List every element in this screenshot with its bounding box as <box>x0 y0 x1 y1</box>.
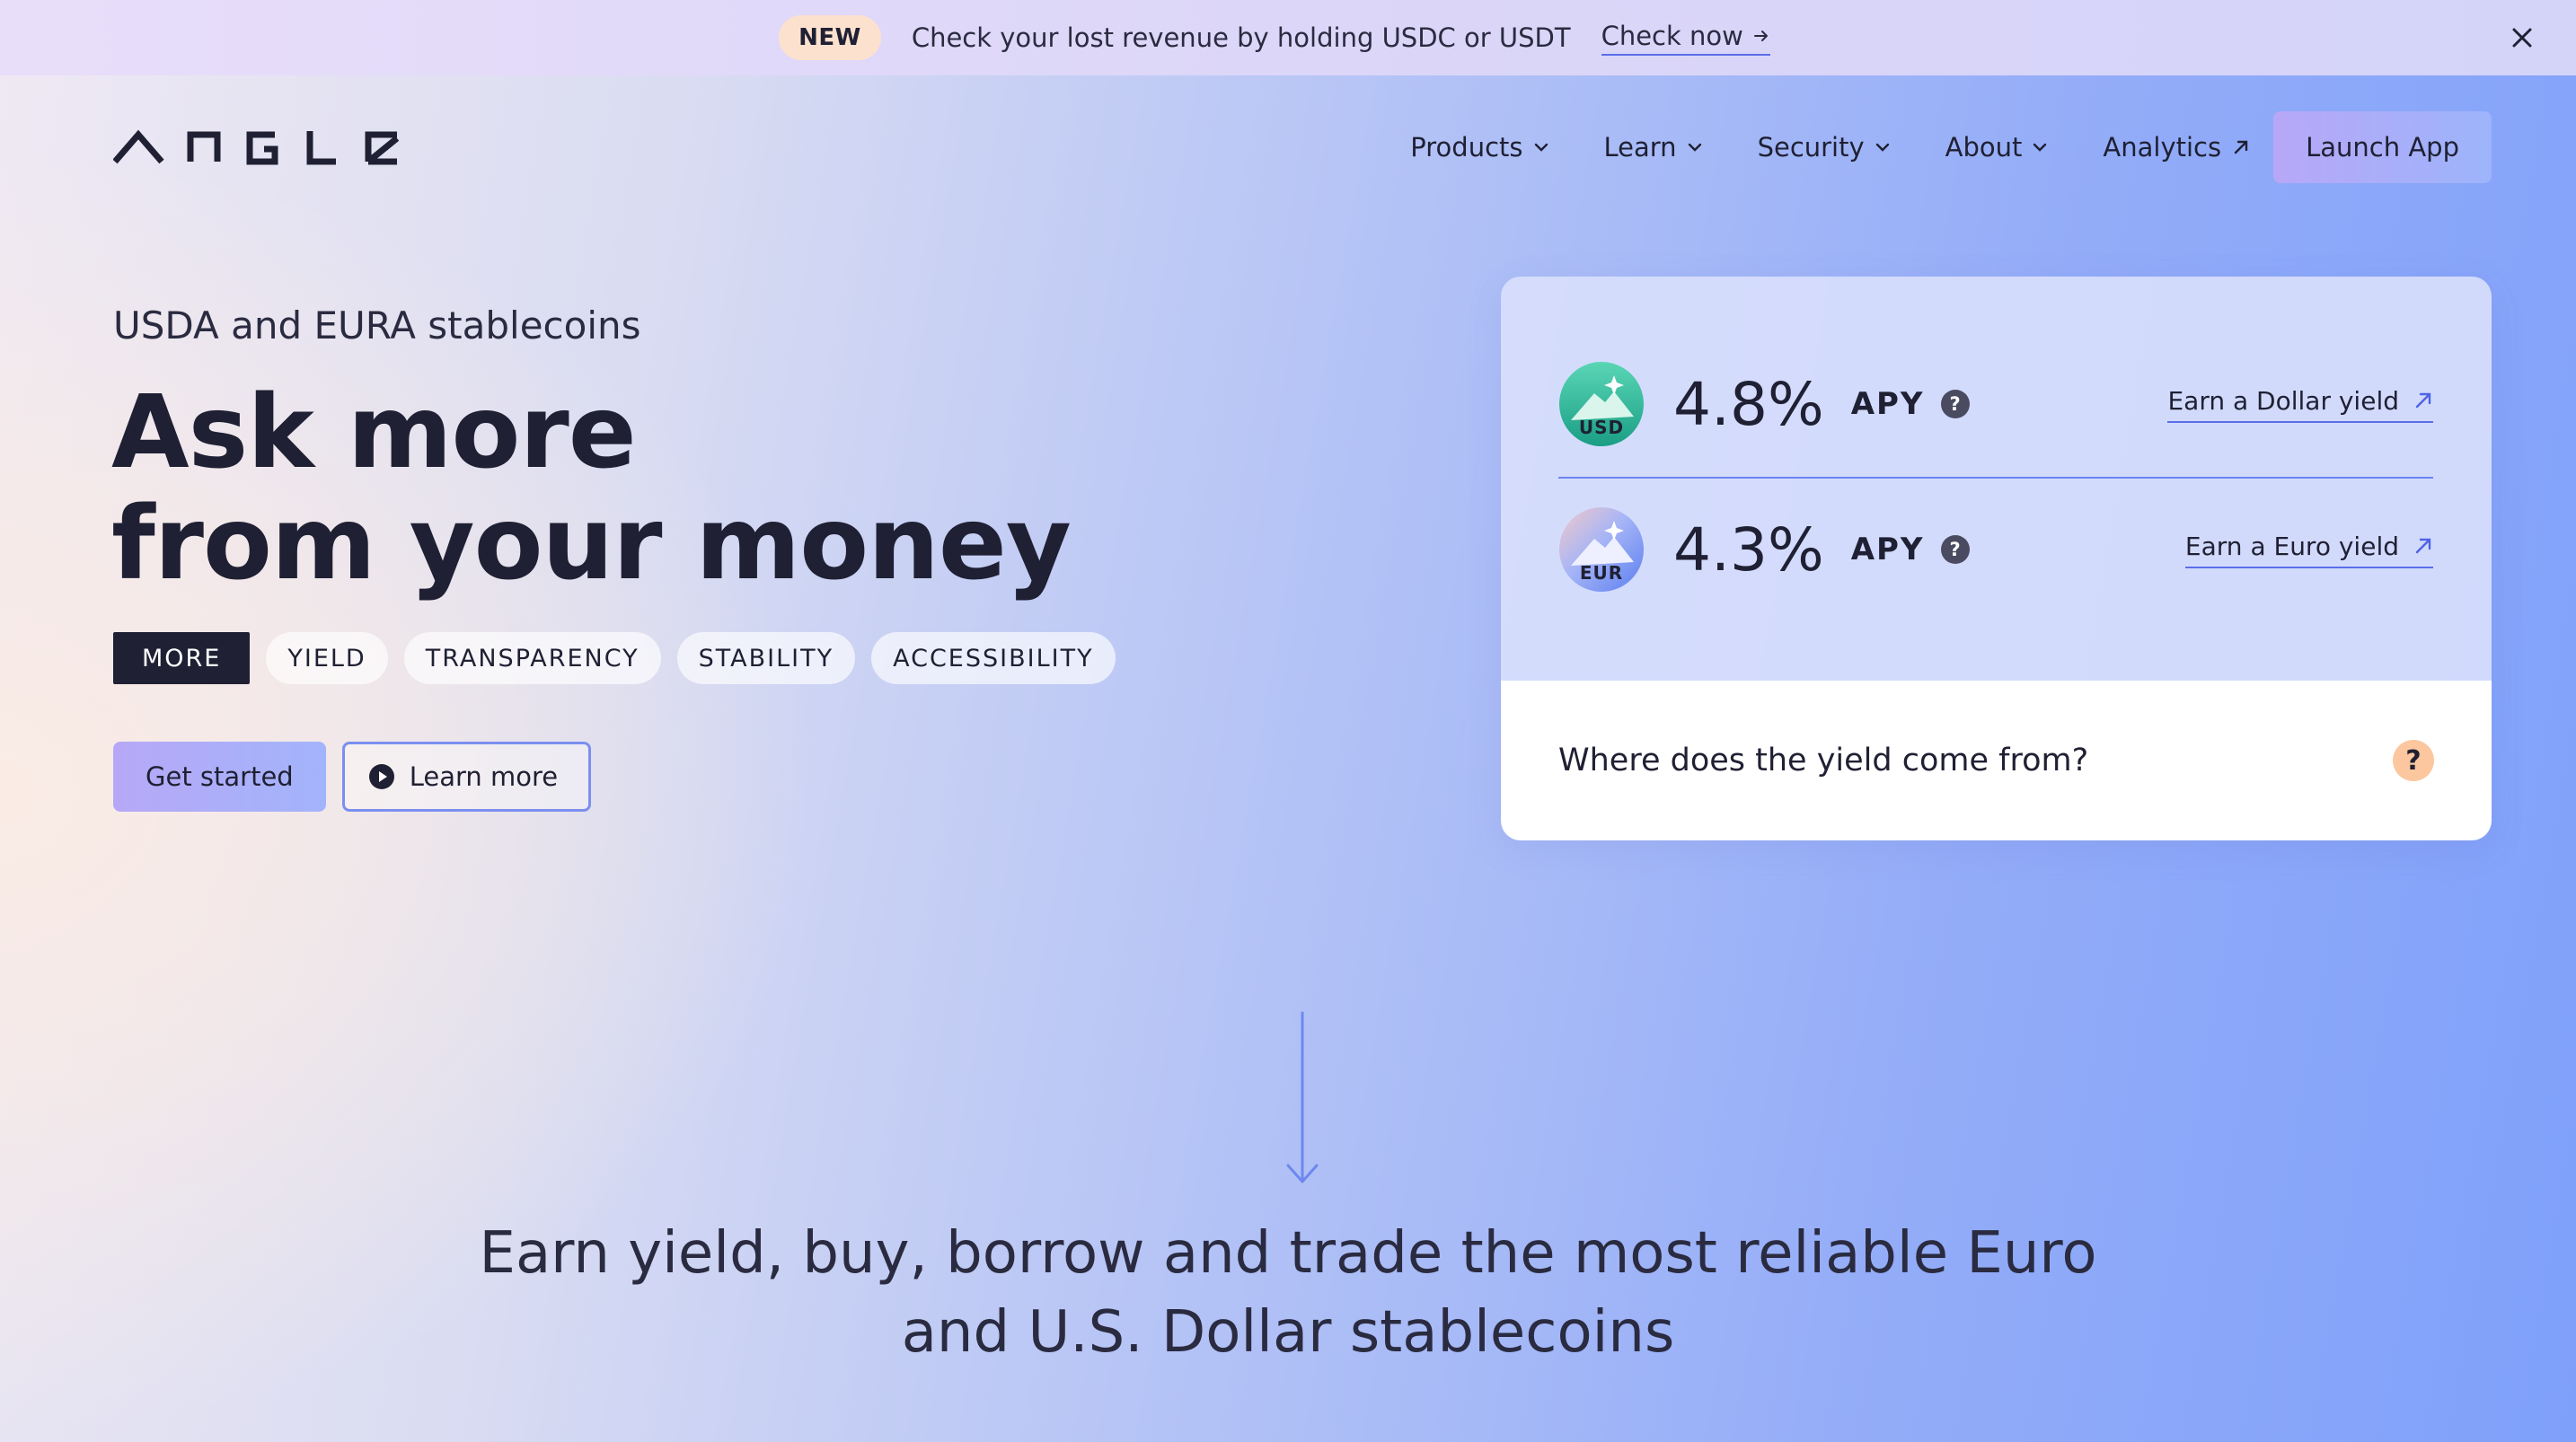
earn-dollar-yield-label: Earn a Dollar yield <box>2167 385 2399 416</box>
get-started-button[interactable]: Get started <box>113 742 326 812</box>
tagline-line-1: Earn yield, buy, borrow and trade the mo… <box>479 1220 2097 1287</box>
yield-card: USD 4.8% APY ? Earn a Dollar yield EUR 4… <box>1501 277 2492 840</box>
hero-cta-row: Get started Learn more <box>113 742 592 812</box>
pill-yield[interactable]: YIELD <box>266 632 388 684</box>
hero-headline: Ask more from your money <box>111 377 1189 600</box>
nav-analytics[interactable]: Analytics <box>2103 132 2250 163</box>
eur-apy-label: APY <box>1850 532 1925 567</box>
usd-apy-label: APY <box>1850 386 1925 422</box>
pill-transparency[interactable]: TRANSPARENCY <box>403 632 661 684</box>
eur-coin-icon: EUR <box>1559 507 1644 592</box>
chevron-down-icon <box>1688 143 1701 152</box>
nav-analytics-label: Analytics <box>2103 132 2222 163</box>
earn-euro-yield-label: Earn a Euro yield <box>2184 531 2399 561</box>
question-icon[interactable]: ? <box>2393 740 2434 781</box>
pill-more[interactable]: MORE <box>113 632 251 684</box>
learn-more-button[interactable]: Learn more <box>341 742 592 812</box>
usd-coin-icon: USD <box>1559 362 1644 446</box>
announcement-content: NEW Check your lost revenue by holding U… <box>779 15 1770 60</box>
yield-divider <box>1558 477 2433 479</box>
nav-products[interactable]: Products <box>1410 132 1548 163</box>
learn-more-label: Learn more <box>409 761 559 792</box>
nav-about[interactable]: About <box>1945 132 2048 163</box>
eur-coin-label: EUR <box>1580 562 1623 584</box>
hero-eyebrow: USDA and EURA stablecoins <box>113 303 641 347</box>
usd-yield-row: USD 4.8% APY ? Earn a Dollar yield <box>1558 361 2433 447</box>
headline-line-2: from your money <box>111 486 1072 602</box>
nav-about-label: About <box>1945 132 2023 163</box>
earn-euro-yield-link[interactable]: Earn a Euro yield <box>2184 531 2433 568</box>
eur-apy-help-icon[interactable]: ? <box>1940 535 1970 564</box>
external-arrow-icon <box>2415 538 2431 554</box>
external-arrow-icon <box>2415 392 2431 409</box>
new-badge: NEW <box>779 15 881 60</box>
chevron-down-icon <box>1875 143 1889 152</box>
pill-stability[interactable]: STABILITY <box>676 632 856 684</box>
tagline-line-2: and U.S. Dollar stablecoins <box>901 1299 1675 1366</box>
scroll-down-arrow-icon <box>1286 1011 1319 1183</box>
usd-coin-label: USD <box>1579 417 1624 438</box>
angle-logo[interactable] <box>112 129 401 165</box>
check-now-label: Check now <box>1601 20 1743 51</box>
nav-security-label: Security <box>1757 132 1865 163</box>
announcement-banner: NEW Check your lost revenue by holding U… <box>0 0 2576 75</box>
angle-logo-mark <box>112 129 400 165</box>
section-tagline: Earn yield, buy, borrow and trade the mo… <box>390 1214 2186 1372</box>
nav-learn[interactable]: Learn <box>1604 132 1702 163</box>
check-now-link[interactable]: Check now <box>1601 21 1770 56</box>
main-nav: Products Learn Security About Analytics … <box>1410 111 2492 183</box>
eur-apy-value: 4.3% <box>1673 514 1824 585</box>
chevron-down-icon <box>1534 143 1548 152</box>
usd-apy-help-icon[interactable]: ? <box>1940 390 1970 418</box>
earn-dollar-yield-link[interactable]: Earn a Dollar yield <box>2167 386 2433 423</box>
chevron-down-icon <box>2033 143 2047 152</box>
yield-faq-question: Where does the yield come from? <box>1558 743 2089 778</box>
yield-card-rates: USD 4.8% APY ? Earn a Dollar yield EUR 4… <box>1501 277 2492 681</box>
eur-yield-row: EUR 4.3% APY ? Earn a Euro yield <box>1558 506 2433 593</box>
pill-accessibility[interactable]: ACCESSIBILITY <box>871 632 1116 684</box>
nav-security[interactable]: Security <box>1758 132 1890 163</box>
usd-apy-value: 4.8% <box>1673 369 1824 439</box>
play-circle-icon <box>368 764 394 789</box>
close-icon <box>2512 28 2532 48</box>
nav-learn-label: Learn <box>1603 132 1677 163</box>
close-banner-button[interactable] <box>2504 20 2540 56</box>
nav-products-label: Products <box>1410 132 1523 163</box>
external-arrow-icon <box>2234 140 2248 154</box>
launch-app-button[interactable]: Launch App <box>2273 111 2492 183</box>
arrow-right-icon <box>1753 30 1768 41</box>
yield-faq-row[interactable]: Where does the yield come from? ? <box>1501 681 2492 840</box>
headline-line-1: Ask more <box>111 374 637 491</box>
announcement-message: Check your lost revenue by holding USDC … <box>911 22 1571 53</box>
feature-pills: MORE YIELD TRANSPARENCY STABILITY ACCESS… <box>113 632 1116 684</box>
